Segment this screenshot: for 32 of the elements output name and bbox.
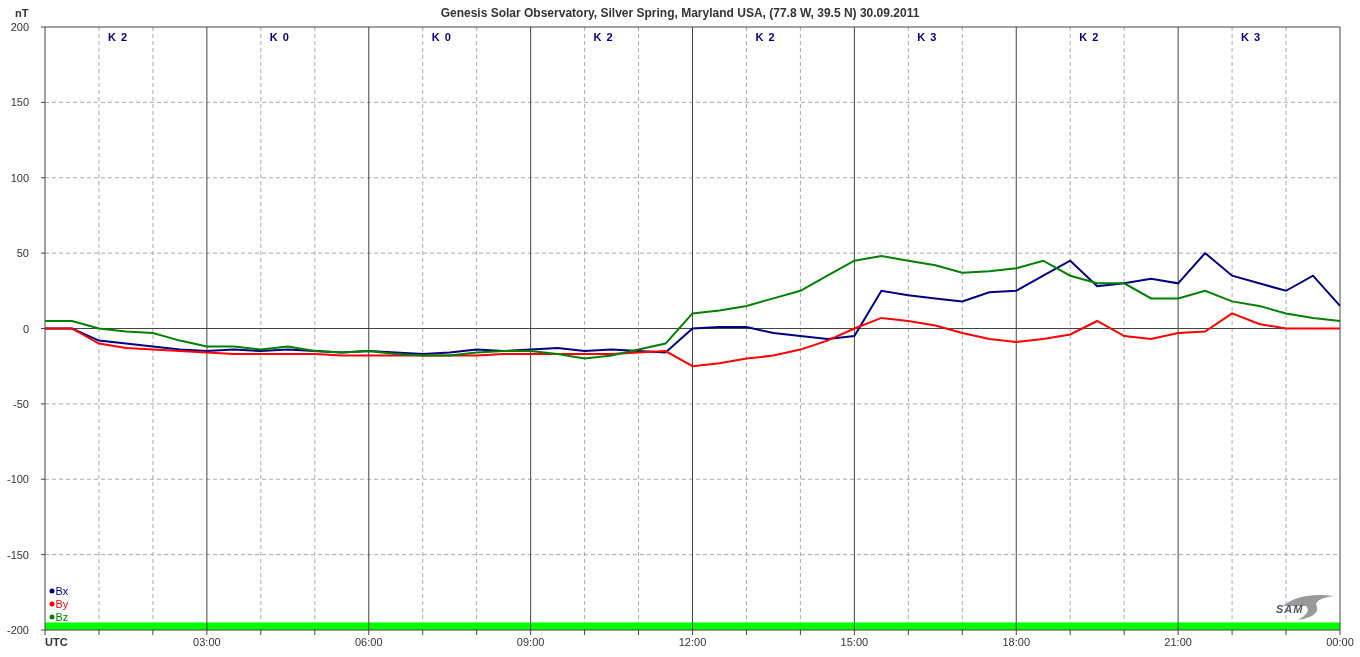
x-tick-label: 06:00 bbox=[355, 636, 383, 648]
legend-label: Bx bbox=[55, 585, 69, 597]
k-index-label: K 3 bbox=[917, 31, 938, 43]
y-tick-label: 100 bbox=[10, 171, 29, 184]
x-tick-label: UTC bbox=[45, 636, 68, 648]
k-index-label: K 0 bbox=[431, 31, 452, 43]
x-tick-label: 00:00 bbox=[1326, 636, 1354, 648]
legend-label: Bz bbox=[55, 611, 69, 623]
x-tick-label: 21:00 bbox=[1164, 636, 1192, 648]
y-axis-unit: nT bbox=[15, 7, 29, 19]
k-index-label: K 2 bbox=[755, 31, 776, 43]
k-index-label: K 2 bbox=[107, 31, 128, 43]
k-index-label: K 3 bbox=[1241, 31, 1262, 43]
k-index-label: K 2 bbox=[593, 31, 614, 43]
x-tick-label: 12:00 bbox=[678, 636, 707, 648]
y-tick-label: 200 bbox=[10, 21, 29, 33]
y-tick-label: -200 bbox=[6, 624, 29, 636]
y-tick-label: -150 bbox=[6, 548, 29, 561]
k-index-label: K 2 bbox=[1079, 31, 1100, 43]
legend-label: By bbox=[55, 598, 69, 610]
x-tick-label: 18:00 bbox=[1002, 636, 1030, 648]
k-index-label: K 0 bbox=[269, 31, 290, 43]
x-tick-label: 09:00 bbox=[516, 636, 545, 648]
y-tick-label: 50 bbox=[16, 247, 29, 260]
x-tick-label: 03:00 bbox=[193, 636, 221, 648]
x-tick-label: 15:00 bbox=[840, 636, 869, 648]
chart-title: Genesis Solar Observatory, Silver Spring, Maryland USA, (77.8 W, 39.5 N) 30.09.2011 bbox=[440, 6, 920, 20]
logo: SAM bbox=[1276, 595, 1334, 620]
y-tick-label: 0 bbox=[22, 322, 29, 335]
y-tick-label: -100 bbox=[6, 473, 29, 486]
y-tick-label: -50 bbox=[13, 397, 29, 410]
y-tick-label: 150 bbox=[10, 96, 29, 109]
